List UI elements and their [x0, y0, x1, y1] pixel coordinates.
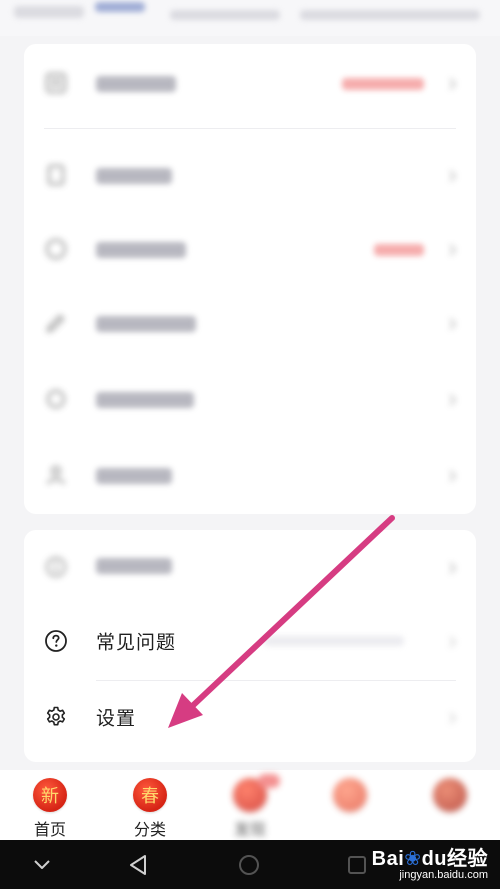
watermark-logo-suffix: 经验: [447, 848, 488, 870]
question-circle-icon: [44, 629, 68, 653]
info-icon: [44, 555, 68, 579]
menu-card-bottom: 常见问题 设置: [24, 530, 476, 762]
menu-row-4-label-blur: [96, 316, 196, 332]
settings-label: 设置: [96, 708, 137, 730]
menu-row-3-badge-blur: [374, 244, 424, 256]
gear-icon: [44, 705, 68, 729]
menu-row-faq[interactable]: 常见问题: [24, 604, 476, 678]
spring-icon: 春: [133, 778, 167, 812]
menu-row-4[interactable]: [24, 286, 476, 360]
watermark-logo-mid: du: [421, 848, 447, 870]
paw-icon: ❀: [404, 848, 422, 870]
menu-row-2-label-blur: [96, 168, 172, 184]
menu-row-3[interactable]: [24, 212, 476, 286]
document-icon: [44, 163, 68, 187]
menu-row-6[interactable]: [24, 438, 476, 512]
faq-label: 常见问题: [96, 632, 177, 654]
tab-5[interactable]: [400, 778, 500, 838]
chevron-right-icon: [446, 393, 458, 406]
chevron-right-icon: [446, 243, 458, 256]
recents-icon[interactable]: [344, 852, 370, 878]
tab-discover-badge: [258, 774, 280, 788]
menu-row-5-label-blur: [96, 392, 194, 408]
user-icon: [44, 463, 68, 487]
status-time-blur: [14, 6, 84, 18]
cart-icon: [44, 387, 68, 411]
menu-row-feedback[interactable]: [24, 530, 476, 604]
chevron-right-icon: [446, 77, 458, 90]
chevron-right-icon: [446, 469, 458, 482]
chevron-right-icon: [446, 169, 458, 182]
menu-row-feedback-label-blur: [96, 558, 172, 574]
menu-card-top: [24, 44, 476, 514]
menu-row-1-label-blur: [96, 76, 176, 92]
menu-row-1-badge-blur: [342, 78, 424, 90]
collapse-icon[interactable]: [29, 852, 55, 878]
status-text-blur: [170, 10, 280, 20]
status-bar: [0, 0, 500, 36]
list-icon: [44, 71, 68, 95]
new-year-icon: 新: [33, 778, 67, 812]
bottom-tab-bar: 新 首页 春 分类 发现: [0, 770, 500, 840]
menu-row-1[interactable]: [24, 46, 476, 120]
tab-discover[interactable]: 发现: [200, 774, 300, 839]
status-icon-blur: [95, 2, 145, 12]
menu-row-6-label-blur: [96, 468, 172, 484]
menu-row-3-label-blur: [96, 242, 186, 258]
edit-icon: [44, 311, 68, 335]
menu-row-5[interactable]: [24, 362, 476, 436]
menu-row-settings[interactable]: 设置: [24, 680, 476, 754]
watermark-logo-prefix: Bai: [371, 848, 405, 870]
tab-4-icon: [333, 778, 367, 812]
tab-category-label: 分类: [133, 822, 166, 839]
menu-row-2[interactable]: [24, 138, 476, 212]
chevron-right-icon: [446, 711, 458, 724]
home-icon[interactable]: [236, 852, 262, 878]
tab-category[interactable]: 春 分类: [100, 778, 200, 839]
menu-row-faq-hint-blur: [264, 636, 404, 646]
tab-discover-label: 发现: [233, 822, 266, 839]
tab-5-icon: [433, 778, 467, 812]
coin-icon: [44, 237, 68, 261]
tab-4[interactable]: [300, 778, 400, 838]
tab-home-label: 首页: [33, 822, 66, 839]
divider: [44, 128, 456, 129]
watermark-logo: Bai❀du经验: [370, 842, 488, 871]
tab-home[interactable]: 新 首页: [0, 778, 100, 839]
baidu-jingyan-watermark: Bai❀du经验 jingyan.baidu.com: [370, 842, 488, 887]
chevron-right-icon: [446, 635, 458, 648]
chevron-right-icon: [446, 317, 458, 330]
back-icon[interactable]: [126, 852, 152, 878]
chevron-right-icon: [446, 561, 458, 574]
status-icons-blur: [300, 10, 480, 20]
